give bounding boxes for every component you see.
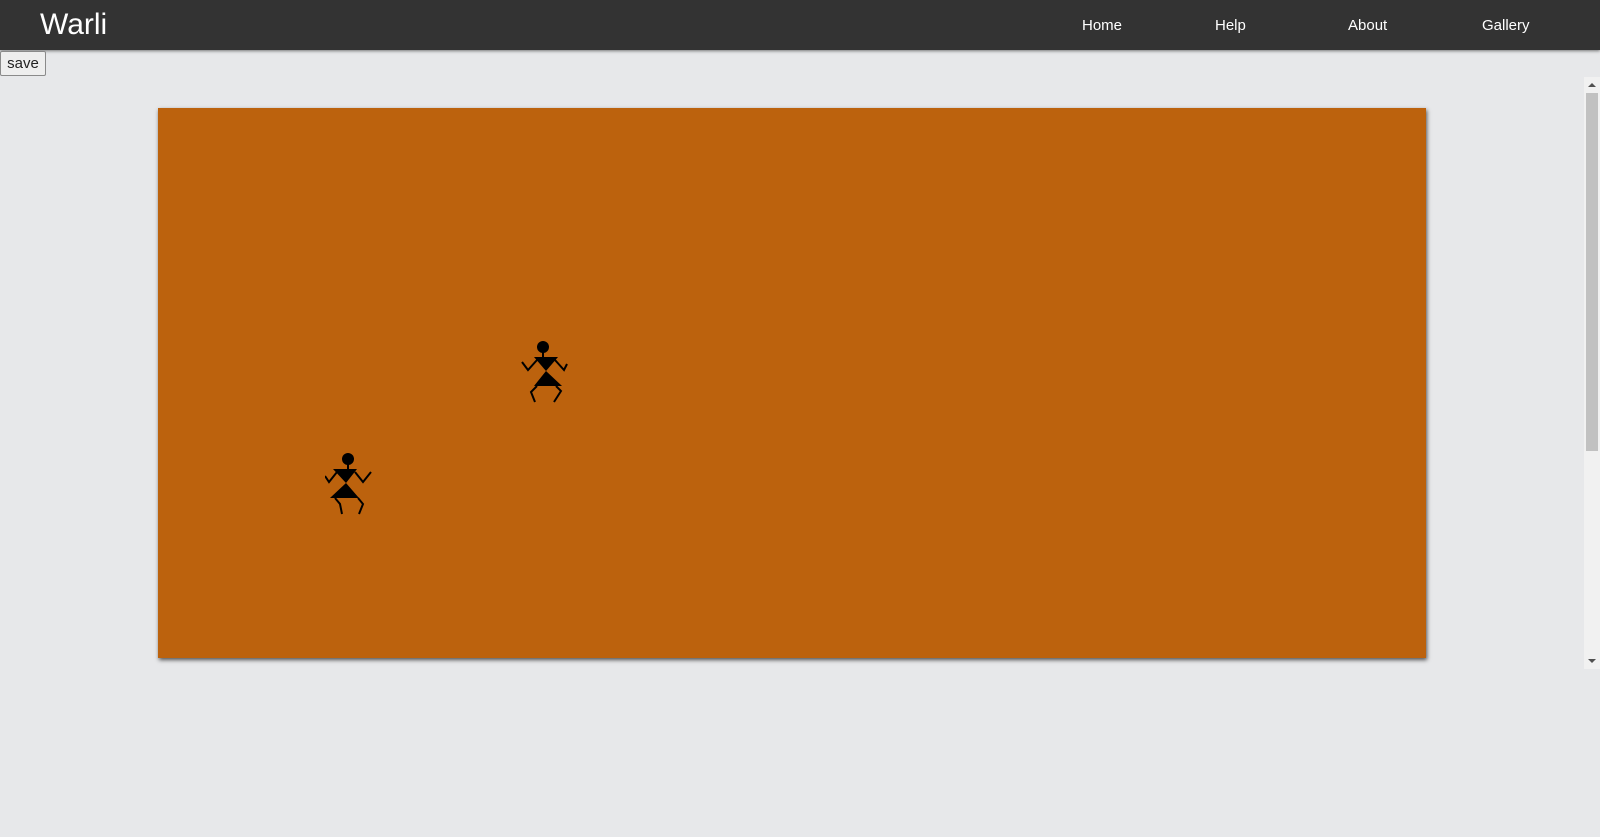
nav-gallery-link[interactable]: Gallery <box>1482 17 1530 35</box>
save-button[interactable]: save <box>0 51 46 76</box>
nav-home-link[interactable]: Home <box>1082 17 1122 35</box>
warli-dancer-icon[interactable] <box>324 452 375 516</box>
drawing-canvas[interactable] <box>158 108 1426 658</box>
nav-help-link[interactable]: Help <box>1215 17 1246 35</box>
scroll-down-icon[interactable] <box>1584 653 1600 669</box>
vertical-scrollbar[interactable] <box>1584 77 1600 669</box>
scroll-up-icon[interactable] <box>1584 77 1600 93</box>
warli-dancer-icon[interactable] <box>518 340 568 404</box>
top-navbar: Warli Home Help About Gallery <box>0 0 1600 50</box>
nav-about-link[interactable]: About <box>1348 17 1387 35</box>
brand-logo[interactable]: Warli <box>40 8 107 42</box>
scroll-thumb[interactable] <box>1586 93 1598 451</box>
